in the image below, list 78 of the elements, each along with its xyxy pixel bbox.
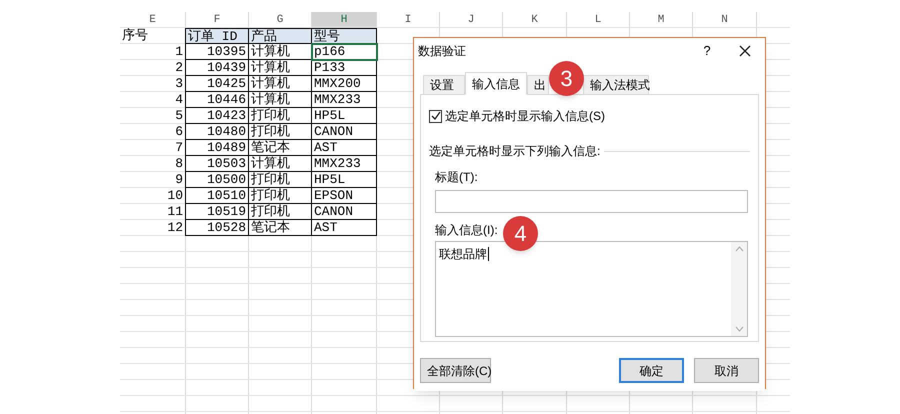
- column-header[interactable]: L: [567, 12, 630, 28]
- scroll-down-icon[interactable]: [734, 326, 744, 332]
- table-cell: CANON: [312, 124, 377, 140]
- table-cell: 计算机: [249, 44, 312, 60]
- table-cell: 打印机: [249, 124, 312, 140]
- table-cell: 10510: [186, 188, 249, 204]
- table-cell: 10503: [186, 156, 249, 172]
- table-cell: 11: [120, 204, 186, 220]
- table-cell: 7: [120, 140, 186, 156]
- table-cell: 10446: [186, 92, 249, 108]
- table-cell: 12: [120, 220, 186, 236]
- table-cell: 10: [120, 188, 186, 204]
- column-header[interactable]: H: [312, 12, 377, 28]
- table-cell: 打印机: [249, 188, 312, 204]
- table-cell: 笔记本: [249, 220, 312, 236]
- table-cell: 10500: [186, 172, 249, 188]
- checkbox-label: 选定单元格时显示输入信息(S): [445, 108, 605, 125]
- table-cell: 4: [120, 92, 186, 108]
- table-cell: 10395: [186, 44, 249, 60]
- column-header[interactable]: N: [693, 12, 757, 28]
- table-cell: CANON: [312, 204, 377, 220]
- table-cell: 笔记本: [249, 140, 312, 156]
- table-cell: 计算机: [249, 156, 312, 172]
- table-cell: 3: [120, 76, 186, 92]
- table-cell: AST: [312, 220, 377, 236]
- table-cell: 5: [120, 108, 186, 124]
- table-cell: 6: [120, 124, 186, 140]
- table-cell: 9: [120, 172, 186, 188]
- table-cell: 计算机: [249, 92, 312, 108]
- table-cell: MMX200: [312, 76, 377, 92]
- dialog-button[interactable]: 取消: [694, 358, 759, 383]
- dialog-tab[interactable]: 输入信息: [465, 72, 527, 95]
- dialog-tab[interactable]: 出: [527, 75, 549, 95]
- dialog-button[interactable]: 全部清除(C): [420, 358, 491, 383]
- table-cell: 10519: [186, 204, 249, 220]
- table-cell: MMX233: [312, 156, 377, 172]
- table-cell: P133: [312, 60, 377, 76]
- dialog-title: 数据验证: [418, 42, 467, 60]
- table-cell: 10425: [186, 76, 249, 92]
- section-label: 选定单元格时显示下列输入信息:: [429, 143, 600, 160]
- field-label: 输入信息(I):: [435, 222, 498, 239]
- help-button[interactable]: ?: [697, 40, 717, 60]
- table-cell: AST: [312, 140, 377, 156]
- table-cell: 计算机: [249, 60, 312, 76]
- table-cell: p166: [312, 44, 377, 60]
- column-title: 订单 ID: [186, 28, 249, 44]
- table-cell: 打印机: [249, 172, 312, 188]
- table-cell: 10423: [186, 108, 249, 124]
- table-cell: 10480: [186, 124, 249, 140]
- table-cell: 10439: [186, 60, 249, 76]
- column-header[interactable]: M: [630, 12, 693, 28]
- dialog-tab[interactable]: 设置: [423, 75, 465, 95]
- table-cell: 打印机: [249, 204, 312, 220]
- table-cell: 计算机: [249, 76, 312, 92]
- column-title: 产品: [249, 28, 312, 44]
- input-field[interactable]: [435, 190, 748, 213]
- table-cell: HP5L: [312, 172, 377, 188]
- scrollbar[interactable]: [731, 242, 747, 336]
- input-field[interactable]: 联想品牌: [435, 241, 748, 337]
- table-cell: 打印机: [249, 108, 312, 124]
- column-title: 型号: [312, 28, 377, 44]
- dialog-tab[interactable]: 输入法模式: [583, 75, 649, 95]
- checkbox[interactable]: [429, 110, 442, 122]
- column-header[interactable]: E: [120, 12, 186, 28]
- column-header[interactable]: K: [503, 12, 567, 28]
- scroll-up-icon[interactable]: [734, 246, 744, 252]
- table-cell: HP5L: [312, 108, 377, 124]
- table-cell: 1: [120, 44, 186, 60]
- table-cell: 2: [120, 60, 186, 76]
- column-header[interactable]: J: [440, 12, 503, 28]
- table-cell: MMX233: [312, 92, 377, 108]
- table-cell: 8: [120, 156, 186, 172]
- table-cell: 10489: [186, 140, 249, 156]
- column-header[interactable]: I: [377, 12, 440, 28]
- field-label: 标题(T):: [435, 169, 478, 186]
- table-cell: EPSON: [312, 188, 377, 204]
- dialog-button[interactable]: 确定: [619, 358, 684, 383]
- table-cell: 10528: [186, 220, 249, 236]
